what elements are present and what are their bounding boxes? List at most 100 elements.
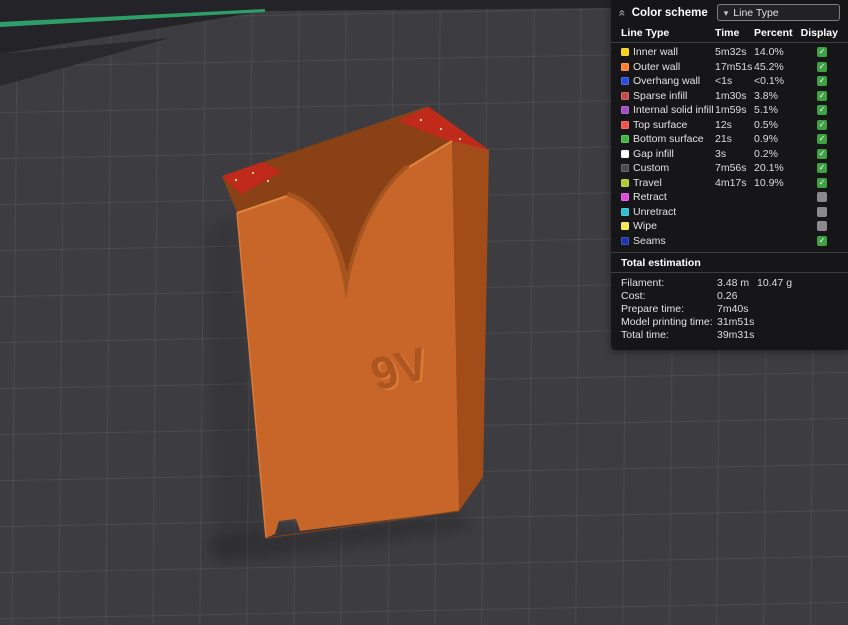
line-type-time: 5m32s xyxy=(715,46,747,59)
line-type-time: <1s xyxy=(715,75,733,88)
total-row-value: 3.48 m xyxy=(717,276,750,289)
line-type-percent: 10.9% xyxy=(754,176,784,189)
view-type-dropdown[interactable]: ▾ Line Type xyxy=(716,4,840,21)
total-row-value: 0.26 xyxy=(717,289,738,302)
infill-speck xyxy=(439,127,443,131)
infill-speck xyxy=(419,118,423,122)
line-type-label: Seams xyxy=(633,234,666,247)
line-type-label: Overhang wall xyxy=(633,75,701,88)
line-type-row: Inner wall 5m32s 14.0% ✓ xyxy=(611,45,848,60)
line-type-row: Gap infill 3s 0.2% ✓ xyxy=(611,147,848,162)
display-checkbox[interactable]: ✓ xyxy=(817,177,827,188)
line-type-row: Travel 4m17s 10.9% ✓ xyxy=(611,176,848,191)
line-type-label: Top surface xyxy=(633,118,688,131)
total-row-label: Filament: xyxy=(621,276,665,289)
line-type-color-swatch xyxy=(621,164,629,173)
line-type-percent: <0.1% xyxy=(754,75,785,88)
line-type-color-swatch xyxy=(621,193,629,202)
line-type-percent: 0.9% xyxy=(754,133,778,146)
display-checkbox[interactable]: ✓ xyxy=(817,61,827,72)
line-type-row: Internal solid infill 1m59s 5.1% ✓ xyxy=(611,103,848,118)
line-type-label: Inner wall xyxy=(633,46,678,59)
total-row-label: Prepare time: xyxy=(621,302,685,315)
total-row-value: 7m40s xyxy=(717,302,749,315)
line-type-percent: 5.1% xyxy=(754,104,778,117)
display-checkbox[interactable]: ✓ xyxy=(817,105,827,116)
line-type-time: 1m30s xyxy=(715,89,747,102)
line-type-percent: 20.1% xyxy=(754,162,784,175)
line-type-label: Internal solid infill xyxy=(633,104,714,117)
line-type-label: Wipe xyxy=(633,220,657,233)
total-row: Cost: 0.26 xyxy=(611,289,848,302)
line-type-row: Unretract xyxy=(611,205,848,220)
display-checkbox[interactable] xyxy=(817,192,827,203)
line-type-percent: 14.0% xyxy=(754,46,784,59)
total-row-value2: 10.47 g xyxy=(757,276,793,289)
infill-speck xyxy=(266,179,270,183)
col-percent: Percent xyxy=(754,27,793,39)
line-type-color-swatch xyxy=(621,91,629,100)
total-row-label: Cost: xyxy=(621,289,646,302)
line-type-row: Wipe xyxy=(611,219,848,234)
line-type-label: Gap infill xyxy=(633,147,674,160)
total-row: Total time: 39m31s xyxy=(611,329,848,342)
line-type-color-swatch xyxy=(621,77,629,86)
line-type-label: Custom xyxy=(633,162,670,175)
line-type-color-swatch xyxy=(621,48,629,57)
line-type-color-swatch xyxy=(621,207,629,216)
display-checkbox[interactable]: ✓ xyxy=(817,76,827,87)
line-type-row: Bottom surface 21s 0.9% ✓ xyxy=(611,132,848,147)
line-type-row: Sparse infill 1m30s 3.8% ✓ xyxy=(611,89,848,104)
display-checkbox[interactable]: ✓ xyxy=(817,235,827,246)
line-type-color-swatch xyxy=(621,135,629,144)
col-display: Display xyxy=(800,27,838,39)
line-type-percent: 45.2% xyxy=(754,60,784,73)
line-type-time: 1m59s xyxy=(715,104,747,117)
line-type-color-swatch xyxy=(621,149,629,158)
total-row-value: 39m31s xyxy=(717,329,755,342)
line-type-row: Retract xyxy=(611,190,848,205)
chevron-down-icon: ▾ xyxy=(723,7,729,18)
line-type-label: Retract xyxy=(633,191,667,204)
line-type-row: Custom 7m56s 20.1% ✓ xyxy=(611,161,848,176)
table-header: Line Type Time Percent Display xyxy=(611,24,848,43)
line-type-color-swatch xyxy=(621,62,629,71)
line-type-time: 3s xyxy=(715,147,727,160)
color-scheme-panel: « Color scheme ▾ Line Type Line Type Tim… xyxy=(611,0,848,350)
total-row: Prepare time: 7m40s xyxy=(611,302,848,315)
line-type-label: Travel xyxy=(633,176,662,189)
total-row-label: Total time: xyxy=(621,329,669,342)
model-9v[interactable]: 9V 9V xyxy=(222,106,489,539)
line-type-color-swatch xyxy=(621,222,629,231)
total-estimation-rows: Filament: 3.48 m 10.47 g Cost: 0.26 Prep… xyxy=(611,273,848,342)
panel-header: « Color scheme ▾ Line Type xyxy=(611,0,848,24)
infill-speck xyxy=(234,178,238,182)
display-checkbox[interactable] xyxy=(817,221,827,232)
line-type-label: Bottom surface xyxy=(633,133,704,146)
infill-speck xyxy=(251,171,255,175)
display-checkbox[interactable]: ✓ xyxy=(817,119,827,130)
total-row: Model printing time: 31m51s xyxy=(611,316,848,329)
line-type-time: 12s xyxy=(715,118,732,131)
display-checkbox[interactable]: ✓ xyxy=(817,90,827,101)
line-type-row: Seams ✓ xyxy=(611,234,848,249)
total-estimation-title: Total estimation xyxy=(611,252,848,273)
collapse-panel-icon[interactable]: « xyxy=(615,9,629,16)
panel-title: Color scheme xyxy=(631,6,708,19)
line-type-rows: Inner wall 5m32s 14.0% ✓ Outer wall 17m5… xyxy=(611,43,848,248)
line-type-time: 7m56s xyxy=(715,162,747,175)
infill-speck xyxy=(458,137,462,141)
display-checkbox[interactable]: ✓ xyxy=(817,163,827,174)
col-time: Time xyxy=(715,27,740,39)
display-checkbox[interactable] xyxy=(817,206,827,217)
line-type-label: Sparse infill xyxy=(633,89,688,102)
line-type-percent: 0.2% xyxy=(754,147,778,160)
line-type-row: Overhang wall <1s <0.1% ✓ xyxy=(611,74,848,89)
display-checkbox[interactable]: ✓ xyxy=(817,47,827,58)
display-checkbox[interactable]: ✓ xyxy=(817,134,827,145)
display-checkbox[interactable]: ✓ xyxy=(817,148,827,159)
line-type-percent: 0.5% xyxy=(754,118,778,131)
line-type-row: Outer wall 17m51s 45.2% ✓ xyxy=(611,60,848,75)
total-row-label: Model printing time: xyxy=(621,316,713,329)
total-row-value: 31m51s xyxy=(717,316,755,329)
